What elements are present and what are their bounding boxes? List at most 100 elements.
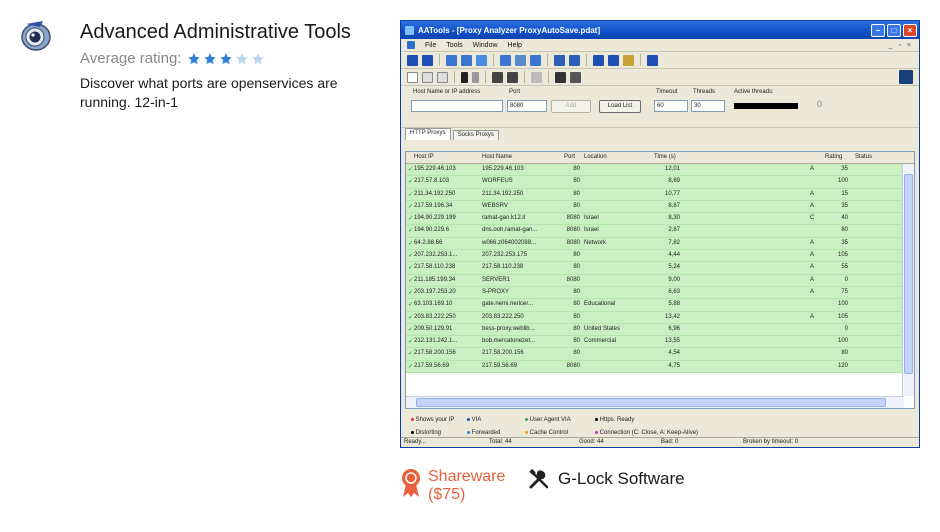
- grid-horizontal-scrollbar: [406, 396, 904, 408]
- minimize-icon: –: [871, 23, 885, 37]
- table-cell-name: SERVER1: [482, 276, 510, 283]
- main-toolbar: [401, 52, 919, 69]
- table-cell-rating: 100: [837, 178, 848, 185]
- menu-window: Window: [472, 41, 498, 49]
- col-host-ip: Host IP: [414, 154, 434, 160]
- table-cell-name: gate.nemi.nericer...: [482, 301, 534, 308]
- check-icon: ✓: [408, 351, 414, 358]
- check-icon: ✓: [408, 167, 414, 173]
- table-cell-ip: 194.90.229.199: [414, 215, 456, 222]
- filter-icon: [492, 71, 503, 83]
- table-cell-grade: A: [810, 252, 815, 259]
- rating-label: Average rating:: [80, 50, 182, 67]
- table-cell-loc: Commercial: [584, 338, 617, 345]
- table-cell-port: 8080: [566, 362, 580, 369]
- legend-item-1: VIA: [467, 417, 481, 423]
- star-filled-icon: [204, 52, 217, 64]
- table-cell-name: WORFEUS: [482, 178, 513, 185]
- license-price: ($75): [428, 486, 466, 503]
- status-broken: Broken by timeout: 0: [743, 439, 799, 445]
- shareware-badge-icon: [402, 469, 420, 497]
- vendor-name[interactable]: G-Lock Software: [558, 469, 685, 489]
- table-row: ✓ 211.34.192.250 211.34.192.250 80 10,77 A 15: [406, 188, 902, 201]
- timeout-input: 60: [654, 100, 688, 112]
- table-row: ✓ 207.232.253.1... 207.232.253.175 80 4,44 A 1…: [406, 250, 902, 263]
- window-title: AATools - [Proxy Analyzer ProxyAutoSave.…: [418, 25, 601, 35]
- table-cell-loc: Israel: [584, 227, 599, 234]
- table-cell-loc: Network: [584, 239, 607, 246]
- host-label: Host Name or IP address: [413, 89, 481, 95]
- table-cell-port: 80: [573, 166, 580, 172]
- star-filled-icon: [188, 52, 201, 64]
- table-row: ✓ 217.59.196.34 WEBSRV 80 8,87 A 35: [406, 200, 902, 214]
- table-cell-ip: 203.197.253.20: [414, 288, 456, 295]
- legend-item-5: Forwarded: [467, 430, 500, 436]
- table-cell-port: 80: [573, 301, 580, 308]
- table-cell-time: 4,75: [668, 362, 680, 369]
- tool-icon-4: [500, 54, 511, 66]
- tool-icon-11: [623, 54, 634, 66]
- table-cell-port: 80: [573, 338, 580, 345]
- table-cell-rating: 35: [841, 166, 848, 172]
- threads-input: 30: [691, 100, 725, 112]
- check-icon: ✓: [408, 240, 414, 247]
- legend-item-7: Connection (C: Close, A: Keep-Alive): [595, 430, 698, 436]
- table-cell-port: 8080: [566, 276, 580, 283]
- table-cell-name: bob.mercatonezet...: [482, 338, 536, 345]
- table-cell-rating: 100: [837, 338, 848, 345]
- table-cell-name: w066.z064002088...: [482, 239, 537, 246]
- table-cell-name: 195.229.46.103: [482, 166, 524, 172]
- table-cell-rating: 100: [837, 301, 848, 308]
- license-type[interactable]: Shareware: [428, 468, 505, 486]
- table-cell-ip: 209.50.129.91: [414, 325, 453, 332]
- app-title: Advanced Administrative Tools: [80, 21, 351, 43]
- window-app-icon: [405, 25, 414, 35]
- check-icon: ✓: [408, 339, 414, 346]
- table-row: ✓ 217.59.56.69 217.59.56.69 8080 4,75 120: [406, 360, 902, 374]
- play-icon: [461, 71, 468, 83]
- table-cell-time: 12,01: [664, 166, 680, 172]
- proxy-grid: Host IP Host Name Port Location Time (s)…: [405, 151, 915, 409]
- legend-item-6: Cache Control: [525, 430, 568, 436]
- table-cell-time: 8,87: [668, 202, 680, 209]
- table-row: ✓ 212.131.242.1... bob.mercatonezet... 80 Co…: [406, 336, 902, 349]
- table-cell-grade: A: [810, 239, 815, 246]
- table-cell-name: dns.ooh.ramat-gan...: [482, 227, 538, 234]
- table-cell-time: 10,77: [664, 190, 680, 197]
- tool-icon-5: [515, 54, 526, 66]
- table-cell-port: 8080: [566, 239, 580, 246]
- table-cell-time: 4,54: [668, 350, 680, 357]
- check-icon: ✓: [408, 228, 414, 235]
- table-cell-time: 2,87: [668, 227, 680, 234]
- table-cell-loc: Educational: [584, 301, 616, 308]
- tool-icon-2: [461, 54, 472, 66]
- table-cell-ip: 64.2.88.66: [414, 239, 443, 246]
- tool-icon-1: [446, 54, 457, 66]
- table-cell-port: 80: [573, 350, 580, 357]
- table-row: ✓ 64.2.88.66 w066.z064002088... 8080 Network…: [406, 237, 902, 251]
- check-icon: ✓: [408, 289, 414, 296]
- vendor-info[interactable]: G-Lock Software: [528, 468, 685, 490]
- star-empty-icon: [252, 52, 265, 64]
- export-icon: [570, 71, 581, 83]
- license-info[interactable]: Shareware ($75): [400, 468, 505, 504]
- table-cell-time: 8,69: [668, 178, 680, 185]
- tool-icon-6: [530, 54, 541, 66]
- table-cell-name: 217.58.110.238: [482, 264, 524, 271]
- table-cell-rating: 35: [841, 239, 848, 246]
- table-cell-port: 80: [573, 252, 580, 259]
- table-cell-name: WEBSRV: [482, 202, 508, 209]
- app-screenshot[interactable]: AATools - [Proxy Analyzer ProxyAutoSave.…: [400, 20, 920, 448]
- table-cell-rating: 105: [837, 252, 848, 259]
- table-cell-time: 13,55: [664, 338, 680, 345]
- table-cell-grade: A: [810, 202, 815, 209]
- table-cell-name: 211.34.192.250: [482, 190, 524, 197]
- table-cell-rating: 0: [844, 325, 848, 332]
- table-cell-ip: 217.58.110.238: [414, 264, 456, 271]
- table-cell-time: 7,82: [668, 239, 680, 246]
- table-row: ✓ 195.229.46.103 195.229.46.103 80 12,01 A 35: [406, 164, 902, 177]
- save-icon: [555, 71, 566, 83]
- table-row: ✓ 194.90.229.6 dns.ooh.ramat-gan... 8080 Isr…: [406, 225, 902, 238]
- table-cell-grade: A: [810, 313, 815, 320]
- col-port: Port: [564, 154, 576, 160]
